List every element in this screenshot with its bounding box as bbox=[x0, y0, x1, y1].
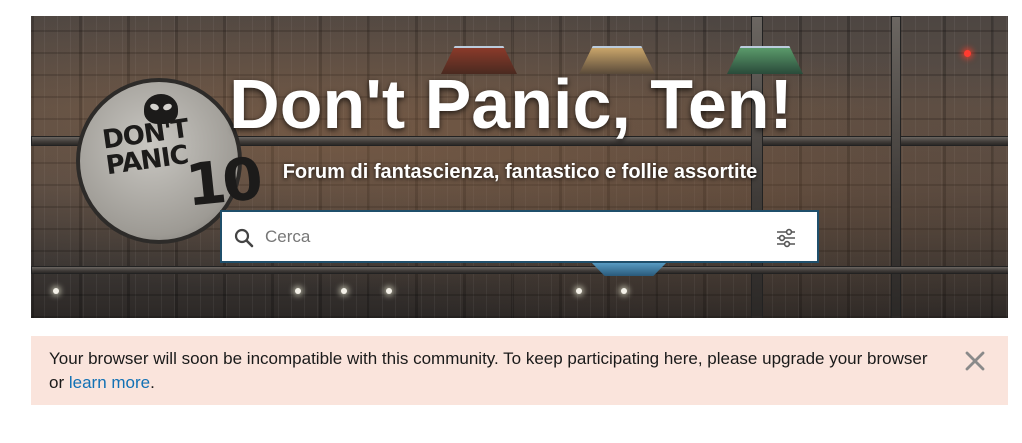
banner-light bbox=[576, 288, 582, 294]
notice-suffix: . bbox=[150, 373, 155, 392]
notice-message: Your browser will soon be incompatible w… bbox=[49, 349, 928, 392]
banner-light bbox=[621, 288, 627, 294]
learn-more-link[interactable]: learn more bbox=[69, 373, 150, 392]
site-subtitle: Forum di fantascienza, fantastico e foll… bbox=[282, 161, 758, 183]
search-box[interactable] bbox=[220, 210, 819, 263]
banner-light bbox=[53, 288, 59, 294]
banner-light bbox=[341, 288, 347, 294]
filter-sliders-icon[interactable] bbox=[775, 227, 797, 249]
search-input[interactable] bbox=[265, 222, 755, 252]
banner-pipe bbox=[31, 266, 1008, 274]
banner-light bbox=[386, 288, 392, 294]
notice-text-block: Your browser will soon be incompatible w… bbox=[49, 347, 929, 395]
browser-compatibility-notice: Your browser will soon be incompatible w… bbox=[31, 336, 1008, 405]
banner-light bbox=[295, 288, 301, 294]
search-icon bbox=[234, 228, 254, 248]
site-title: Don't Panic, Ten! bbox=[229, 65, 793, 143]
banner-red-light bbox=[964, 50, 971, 57]
close-icon[interactable] bbox=[964, 350, 986, 372]
